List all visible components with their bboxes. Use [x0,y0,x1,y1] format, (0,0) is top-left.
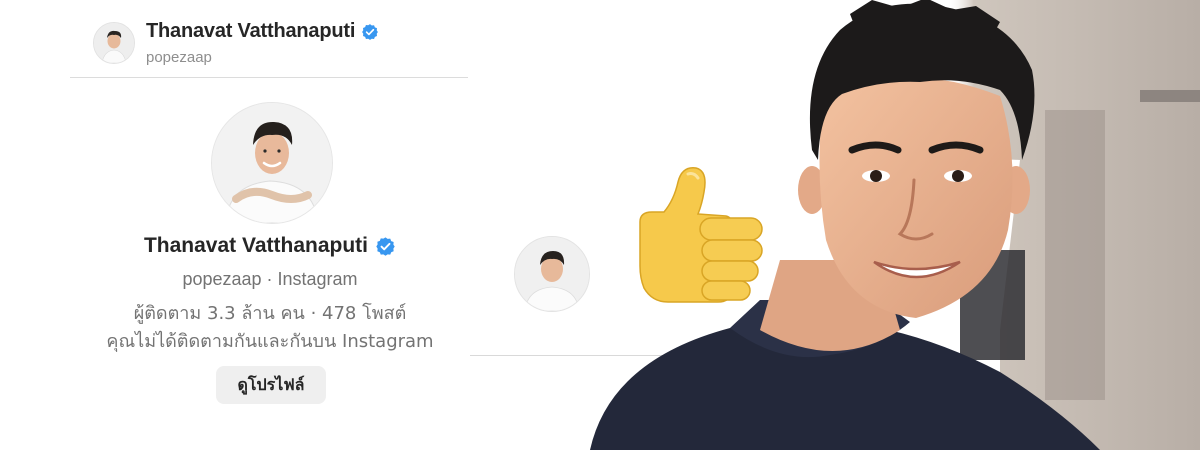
header-handle: popezaap [146,49,212,66]
profile-name-row: Thanavat Vatthanaputi [0,234,540,258]
verified-badge-icon [361,23,379,41]
screenshot-collage: Thanavat Vatthanaputi popezaap Thanavat … [0,0,1200,450]
header-name-row: Thanavat Vatthanaputi [146,20,379,43]
profile-handle-platform: popezaap · Instagram [182,269,358,289]
header-name[interactable]: Thanavat Vatthanaputi [146,20,355,43]
header-avatar[interactable] [93,22,135,64]
profile-panel: Thanavat Vatthanaputi popezaap Thanavat … [0,0,470,450]
verified-badge-icon [375,236,396,257]
view-profile-button[interactable]: ดูโปรไฟล์ [216,366,326,404]
profile-avatar[interactable] [211,102,333,224]
chat-header[interactable]: Thanavat Vatthanaputi popezaap [70,0,468,78]
portrait-photo [580,0,1200,450]
profile-stats: ผู้ติดตาม 3.3 ล้าน คน · 478 โพสต์ [133,303,407,324]
profile-name: Thanavat Vatthanaputi [143,234,369,257]
mutual-follow-note: คุณไม่ได้ติดตามกันและกันบน Instagram [106,331,434,352]
chat-sender-avatar[interactable] [514,236,590,312]
